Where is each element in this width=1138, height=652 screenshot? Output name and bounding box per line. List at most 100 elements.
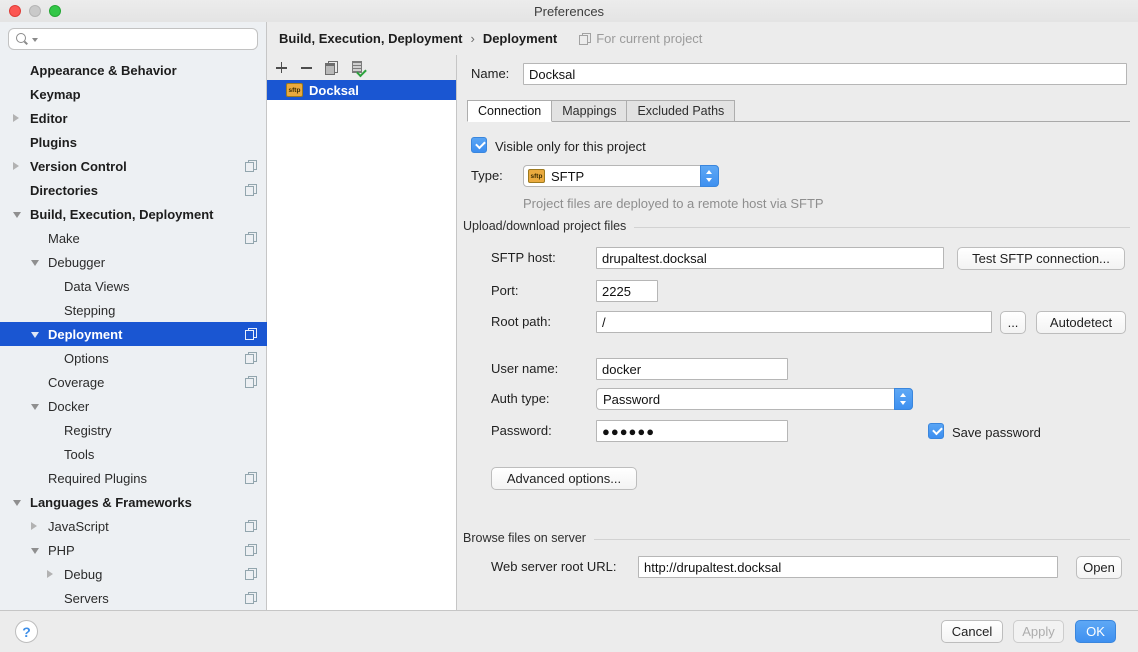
sidebar-item-debugger[interactable]: Debugger [0,250,267,274]
root-path-label: Root path: [491,311,551,333]
shared-settings-icon [245,184,257,196]
user-name-input[interactable] [596,358,788,380]
chevron-down-icon[interactable] [31,260,39,266]
shared-settings-icon [245,160,257,172]
breadcrumb-separator: › [470,31,474,46]
shared-settings-icon [245,472,257,484]
sidebar-item-tools[interactable]: Tools [0,442,267,466]
connection-settings-panel: Name: ConnectionMappingsExcluded Paths V… [458,55,1138,610]
sidebar-item-appearance-behavior[interactable]: Appearance & Behavior [0,58,267,82]
auth-type-select[interactable]: Password [596,388,913,410]
sidebar-item-directories[interactable]: Directories [0,178,267,202]
apply-button[interactable]: Apply [1013,620,1064,643]
password-input[interactable] [596,420,788,442]
chevron-down-icon[interactable] [31,548,39,554]
type-selected-value: SFTP [551,169,700,184]
root-path-input[interactable] [596,311,992,333]
open-url-button[interactable]: Open [1076,556,1122,579]
test-sftp-connection-button[interactable]: Test SFTP connection... [957,247,1125,270]
ok-button[interactable]: OK [1075,620,1116,643]
save-password-checkbox[interactable] [928,423,944,439]
browse-section-header: Browse files on server [463,531,1130,545]
chevron-down-icon[interactable] [31,404,39,410]
sidebar-item-build-execution-deployment[interactable]: Build, Execution, Deployment [0,202,267,226]
chevron-right-icon[interactable] [47,570,53,578]
tab-excluded-paths[interactable]: Excluded Paths [627,100,735,122]
upload-section-header: Upload/download project files [463,219,1130,233]
breadcrumb-page: Deployment [483,31,557,46]
sidebar-item-plugins[interactable]: Plugins [0,130,267,154]
settings-tree: Appearance & BehaviorKeymapEditor Plugins… [0,58,267,610]
sidebar-item-php[interactable]: PHP [0,538,267,562]
sidebar-item-data-views[interactable]: Data Views [0,274,267,298]
search-icon [16,33,29,46]
auth-type-stepper-icon[interactable] [894,388,913,410]
sidebar-item-label: Required Plugins [48,471,147,486]
sftp-host-input[interactable] [596,247,944,269]
advanced-options-button[interactable]: Advanced options... [491,467,637,490]
sidebar-item-javascript[interactable]: JavaScript [0,514,267,538]
browse-root-path-button[interactable]: ... [1000,311,1026,334]
cancel-button[interactable]: Cancel [941,620,1003,643]
breadcrumb-group[interactable]: Build, Execution, Deployment [279,31,462,46]
sidebar-item-editor[interactable]: Editor [0,106,267,130]
sidebar-item-make[interactable]: Make [0,226,267,250]
sidebar-item-label: Build, Execution, Deployment [30,207,213,222]
chevron-right-icon[interactable] [13,162,19,170]
sidebar-item-servers[interactable]: Servers [0,586,267,610]
chevron-down-icon[interactable] [13,212,21,218]
visible-only-label: Visible only for this project [495,139,646,154]
server-list-panel: sftp Docksal [267,55,457,610]
chevron-right-icon[interactable] [13,114,19,122]
for-current-project-icon [579,33,591,45]
help-button[interactable]: ? [15,620,38,643]
sidebar-item-label: Coverage [48,375,104,390]
sidebar-item-coverage[interactable]: Coverage [0,370,267,394]
add-server-icon[interactable] [275,61,289,75]
tab-mappings[interactable]: Mappings [552,100,627,122]
shared-settings-icon [245,592,257,604]
sidebar-item-label: Stepping [64,303,115,318]
shared-settings-icon [245,568,257,580]
shared-settings-icon [245,328,257,340]
search-input[interactable] [8,28,258,50]
sidebar-item-stepping[interactable]: Stepping [0,298,267,322]
sidebar-item-deployment[interactable]: Deployment [0,322,267,346]
port-input[interactable] [596,280,658,302]
shared-settings-icon [245,352,257,364]
sidebar-item-required-plugins[interactable]: Required Plugins [0,466,267,490]
sidebar-item-languages-frameworks[interactable]: Languages & Frameworks [0,490,267,514]
sftp-type-icon: sftp [528,169,545,183]
server-list-toolbar [267,55,456,80]
settings-sidebar: Appearance & BehaviorKeymapEditor Plugins… [0,22,267,610]
autodetect-button[interactable]: Autodetect [1036,311,1126,334]
chevron-right-icon[interactable] [31,522,37,530]
sidebar-item-label: Plugins [30,135,77,150]
name-input[interactable] [523,63,1127,85]
chevron-down-icon[interactable] [31,332,39,338]
use-as-default-icon[interactable] [351,61,365,75]
search-options-chevron-icon[interactable] [32,38,38,42]
web-root-input[interactable] [638,556,1058,578]
tab-connection[interactable]: Connection [467,100,552,122]
visible-only-checkbox[interactable] [471,137,487,153]
port-label: Port: [491,280,518,302]
remove-server-icon[interactable] [300,61,314,75]
type-stepper-icon[interactable] [700,165,719,187]
type-select[interactable]: sftp SFTP [523,165,719,187]
copy-server-icon[interactable] [325,61,339,75]
sidebar-item-docker[interactable]: Docker [0,394,267,418]
sidebar-item-options[interactable]: Options [0,346,267,370]
chevron-down-icon[interactable] [13,500,21,506]
browse-section-title: Browse files on server [463,531,586,545]
sidebar-item-debug[interactable]: Debug [0,562,267,586]
sidebar-item-registry[interactable]: Registry [0,418,267,442]
user-name-label: User name: [491,358,558,380]
sidebar-item-keymap[interactable]: Keymap [0,82,267,106]
server-list-item-docksal[interactable]: sftp Docksal [267,80,456,100]
scope-label: For current project [596,31,702,46]
settings-tabs: ConnectionMappingsExcluded Paths [467,100,1130,122]
type-description: Project files are deployed to a remote h… [523,196,824,211]
section-divider [634,227,1130,228]
sidebar-item-version-control[interactable]: Version Control [0,154,267,178]
